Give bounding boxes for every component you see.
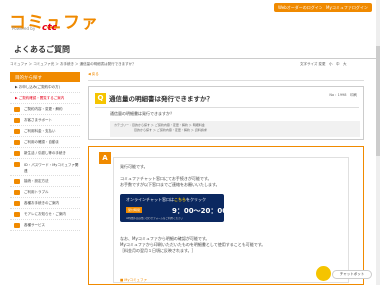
- sidebar-item[interactable]: モアレにお知らせ・ご案内: [10, 209, 80, 220]
- category-icon: [14, 151, 20, 156]
- chat-hours-label: 受付時間: [126, 207, 143, 213]
- sidebar-item[interactable]: ご利用の確認・自動ま: [10, 137, 80, 148]
- sidebar-item-label: ご利用の確認・自動ま: [24, 140, 59, 144]
- sidebar-item[interactable]: ご利用トラブル: [10, 187, 80, 198]
- question-box: Q 通信量の明細書は発行できますか？ No : 1998 印刷 通信量の明細書は…: [88, 86, 364, 140]
- question-badge: Q: [95, 93, 106, 104]
- category-icon: [14, 212, 20, 217]
- sidebar-item-label: ID・パスワード・Myコミュファ関連: [24, 163, 79, 173]
- answer-badge: A: [99, 152, 111, 164]
- sidebar-item-label: 各種サービス: [24, 223, 45, 227]
- answer-box: A 発行可能です。 コミュファチャット窓口にてお手続きが可能です。 お手数ですが…: [88, 146, 364, 285]
- sidebar-item[interactable]: ▶ ご契約確認・閲覧するご案内: [10, 93, 80, 104]
- sidebar-item-label: ▶ ご契約確認・閲覧するご案内: [15, 96, 65, 100]
- question-number[interactable]: No : 1998 印刷: [329, 93, 357, 98]
- sidebar-item[interactable]: ID・パスワード・Myコミュファ関連: [10, 159, 80, 176]
- category-icon: [14, 223, 20, 228]
- font-size-control[interactable]: 文字サイズ 変更 小 中 大: [300, 62, 347, 67]
- question-title: 通信量の明細書は発行できますか？: [109, 95, 213, 103]
- sidebar-item-label: ご契約内容・変更・解約: [24, 107, 63, 111]
- my-commufa-link[interactable]: ■ Myコミュファ: [120, 278, 180, 284]
- sidebar-item-label: ▶ お申し込み(ご契約中の方): [15, 85, 61, 89]
- breadcrumb[interactable]: コミュファ ＞ コミュファ光 ＞ お手続き ＞ 通信量の明細書は発行できますか？: [10, 62, 136, 67]
- page-title: よくあるご質問: [14, 45, 70, 54]
- sidebar-item-label: ご利用トラブル: [24, 190, 49, 194]
- back-link[interactable]: ◀ 戻る: [88, 72, 99, 77]
- divider: [88, 80, 364, 81]
- category-label: カテゴリー :: [114, 123, 131, 127]
- sidebar-heading: 目的から探す: [10, 72, 80, 82]
- web-order-login-button[interactable]: Webオーダーのログイン: [274, 3, 327, 12]
- divider: [10, 58, 380, 59]
- logo-brand: ctc: [42, 23, 57, 33]
- category-icon: [14, 118, 20, 123]
- scrollbar-thumb[interactable]: [376, 46, 380, 156]
- divider: [95, 107, 359, 108]
- sidebar-item-label: モアレにお知らせ・ご案内: [24, 212, 66, 216]
- category-icon: [14, 162, 20, 167]
- logo-tagline: Powered by: [12, 26, 36, 31]
- question-text: 通信量の明細書は発行できますか？: [110, 111, 174, 116]
- chatbot-button[interactable]: チャットボット: [332, 270, 372, 279]
- sidebar-item[interactable]: 接続・設定方法: [10, 176, 80, 187]
- sidebar-item[interactable]: ▶ お申し込み(ご契約中の方): [10, 82, 80, 93]
- my-commufa-login-button[interactable]: Myコミュファログイン: [322, 3, 372, 12]
- category-icon: [14, 179, 20, 184]
- sidebar-item[interactable]: 新生活 / 引越し等の手続き: [10, 148, 80, 159]
- answer-text: 発行可能です。: [120, 164, 148, 169]
- category-icon: [14, 201, 20, 206]
- sidebar-item-label: 接続・設定方法: [24, 179, 49, 183]
- category-link[interactable]: 目的から探す ＞ ご契約内容・変更・解約 ＞ 明細料金: [132, 123, 205, 127]
- chat-banner-title: オンラインチャット窓口はこちらをクリック: [126, 197, 206, 202]
- category-icon: [14, 140, 20, 145]
- sidebar-item[interactable]: 各種サービス: [10, 220, 80, 231]
- sidebar: 目的から探す ▶ お申し込み(ご契約中の方) ▶ ご契約確認・閲覧するご案内 ご…: [10, 72, 80, 231]
- category-link[interactable]: 目的から探す ＞ ご契約内容・変更・解約 ＞ 資料請求: [134, 128, 207, 132]
- top-bar: コミュファ Powered by ctc Webオーダーのログイン Myコミュフ…: [0, 0, 380, 44]
- category-icon: [14, 129, 20, 134]
- chat-note: ※時間外はお問い合わせフォームをご利用ください: [126, 217, 184, 220]
- category-icon: [14, 190, 20, 195]
- sidebar-item-label: 各種お手続きのご案内: [24, 201, 59, 205]
- sidebar-item[interactable]: 各種お手続きのご案内: [10, 198, 80, 209]
- sidebar-item[interactable]: ご契約内容・変更・解約: [10, 104, 80, 115]
- sidebar-item-label: お客さまサポート: [24, 118, 52, 122]
- answer-content: 発行可能です。 コミュファチャット窓口にてお手続きが可能です。 お手数ですが以下…: [113, 157, 349, 283]
- sidebar-item[interactable]: お客さまサポート: [10, 115, 80, 126]
- category-icon: [14, 107, 20, 112]
- sidebar-item-label: ご利用料金・支払い: [24, 129, 56, 133]
- sidebar-item-label: 新生活 / 引越し等の手続き: [24, 151, 66, 155]
- sidebar-item[interactable]: ご利用料金・支払い: [10, 126, 80, 137]
- chat-hours: 9：00～20：00（年中無休）: [172, 207, 270, 215]
- answer-text: お手数ですが以下窓口までご連絡をお願いいたします。: [120, 182, 220, 187]
- answer-text: ［料金月の翌月１日頃に反映されます。］: [120, 248, 196, 253]
- online-chat-banner[interactable]: オンラインチャット窓口はこちらをクリック 受付時間 9：00～20：00（年中無…: [120, 194, 269, 222]
- category-box: カテゴリー : 目的から探す ＞ ご契約内容・変更・解約 ＞ 明細料金 目的から…: [110, 121, 360, 137]
- chatbot-bee-icon[interactable]: [316, 266, 331, 281]
